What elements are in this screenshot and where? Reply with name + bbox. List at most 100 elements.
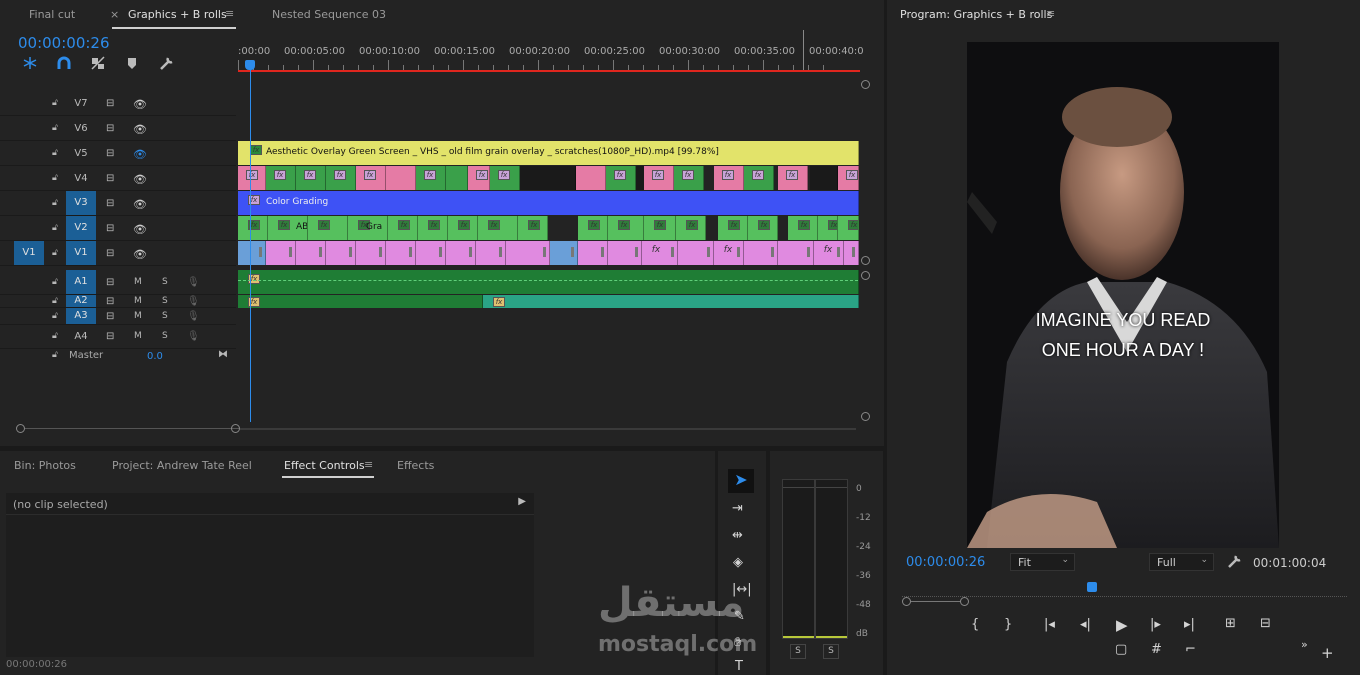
clip-v1-17[interactable]: [778, 241, 814, 265]
type-tool-icon[interactable]: T: [735, 659, 743, 674]
clip-v2-6[interactable]: fx: [448, 216, 478, 240]
vertical-scroll-top[interactable]: [861, 80, 870, 89]
lock-icon[interactable]: 🔓︎: [52, 148, 58, 158]
solo-left-button[interactable]: S: [790, 644, 806, 659]
playhead-line[interactable]: [250, 70, 251, 422]
lock-icon[interactable]: 🔓︎: [52, 331, 58, 341]
clip-v2-1[interactable]: fx ABO: [268, 216, 308, 240]
clip-v4-20[interactable]: fx: [838, 166, 859, 190]
track-target-v3[interactable]: V3: [66, 191, 96, 215]
clip-v2-15[interactable]: fx: [788, 216, 818, 240]
step-back-icon[interactable]: ◂|: [1080, 617, 1091, 632]
clip-v2-11[interactable]: fx: [644, 216, 676, 240]
clip-v2-17[interactable]: fx: [838, 216, 859, 240]
clip-v1-19[interactable]: [844, 241, 859, 265]
mark-in-icon[interactable]: {: [971, 617, 979, 632]
program-menu-icon[interactable]: ≡: [1046, 7, 1055, 20]
expand-arrow-icon[interactable]: ▶: [518, 496, 526, 507]
solo-button[interactable]: S: [162, 277, 168, 287]
sync-lock-icon[interactable]: ⊟: [106, 331, 114, 342]
track-area[interactable]: Aesthetic Overlay Green Screen _ VHS _ o…: [238, 90, 859, 420]
lock-icon[interactable]: 🔓︎: [52, 123, 58, 133]
clip-v4-1[interactable]: fx: [266, 166, 296, 190]
more-controls-icon[interactable]: »: [1301, 638, 1308, 651]
microphone-icon[interactable]: 🎙︎: [187, 311, 200, 322]
clip-v1-8[interactable]: [476, 241, 506, 265]
clip-v4-16[interactable]: fx: [714, 166, 744, 190]
play-icon[interactable]: ▶: [1116, 616, 1128, 634]
clip-v2-0[interactable]: fx: [238, 216, 268, 240]
clip-a1-audio[interactable]: fx: [238, 270, 859, 294]
lock-icon[interactable]: 🔓︎: [52, 173, 58, 183]
track-target-a4[interactable]: A4: [66, 331, 96, 347]
snap-icon[interactable]: [22, 56, 38, 70]
track-target-v4[interactable]: V4: [66, 173, 96, 189]
clip-v1-6[interactable]: [416, 241, 446, 265]
go-to-end-icon[interactable]: ⧓: [218, 349, 228, 360]
lift-icon[interactable]: ⊞: [1225, 616, 1236, 631]
ripple-edit-tool-icon[interactable]: ⇹: [732, 528, 743, 543]
sequence-timecode[interactable]: 00:00:00:26: [18, 34, 110, 52]
sync-lock-icon[interactable]: ⊟: [106, 123, 114, 134]
clip-v2-2[interactable]: fx: [308, 216, 348, 240]
lock-icon[interactable]: 🔓︎: [52, 248, 58, 258]
lock-icon[interactable]: 🔓︎: [52, 311, 58, 321]
clip-v2-5[interactable]: fx: [418, 216, 448, 240]
track-target-v5[interactable]: V5: [66, 148, 96, 164]
solo-button[interactable]: S: [162, 311, 168, 321]
program-zoom-bar[interactable]: [902, 597, 1347, 607]
sync-lock-icon[interactable]: ⊟: [106, 198, 114, 209]
settings-wrench-icon[interactable]: [1227, 554, 1242, 569]
clip-v4-5[interactable]: [386, 166, 416, 190]
tab-effect-controls[interactable]: Effect Controls: [284, 459, 365, 472]
clip-v1-12[interactable]: [608, 241, 642, 265]
clip-v1-10[interactable]: [550, 241, 578, 265]
clip-v1-11[interactable]: [578, 241, 608, 265]
clip-v1-1[interactable]: [266, 241, 296, 265]
solo-button[interactable]: S: [162, 331, 168, 341]
mute-button[interactable]: M: [134, 296, 142, 306]
clip-v4-10[interactable]: [520, 166, 576, 190]
vertical-scroll-mid[interactable]: [861, 256, 870, 265]
grid-icon[interactable]: #: [1151, 642, 1162, 657]
fit-dropdown[interactable]: Fit ⌄: [1010, 553, 1075, 571]
playhead-handle[interactable]: [245, 60, 255, 70]
clip-v4-17[interactable]: fx: [744, 166, 774, 190]
clip-v3-color-grading[interactable]: Color Grading fx: [238, 191, 859, 215]
clip-v1-5[interactable]: [386, 241, 416, 265]
clip-v2-16[interactable]: fx: [818, 216, 838, 240]
mute-button[interactable]: M: [134, 331, 142, 341]
clip-v4-15[interactable]: fx: [674, 166, 704, 190]
clip-v4-3[interactable]: fx: [326, 166, 356, 190]
full-dropdown[interactable]: Full ⌄: [1149, 553, 1214, 571]
clip-a2-audio[interactable]: fx: [238, 295, 483, 308]
wrench-icon[interactable]: [159, 56, 174, 71]
clip-v1-2[interactable]: [296, 241, 326, 265]
sync-lock-icon[interactable]: ⊟: [106, 98, 114, 109]
tab-final-cut[interactable]: Final cut: [29, 8, 75, 21]
sync-lock-icon[interactable]: ⊟: [106, 248, 114, 259]
track-select-tool-icon[interactable]: ⇥: [732, 501, 743, 516]
close-icon[interactable]: ×: [110, 8, 119, 21]
go-to-in-icon[interactable]: |◂: [1044, 617, 1055, 632]
timeline-hscroll-track[interactable]: [240, 428, 856, 430]
clip-v1-4[interactable]: [356, 241, 386, 265]
clip-v4-4[interactable]: fx: [356, 166, 386, 190]
lock-icon[interactable]: 🔓︎: [52, 277, 58, 287]
mark-out-icon[interactable]: }: [1004, 617, 1012, 632]
clip-v2-8[interactable]: fx: [518, 216, 548, 240]
track-target-v6[interactable]: V6: [66, 123, 96, 139]
clip-v1-3[interactable]: [326, 241, 356, 265]
tab-effects[interactable]: Effects: [397, 459, 434, 472]
export-frame-icon[interactable]: ⌐: [1185, 642, 1196, 657]
clip-v2-12[interactable]: fx: [676, 216, 706, 240]
clip-v2-9[interactable]: fx: [578, 216, 608, 240]
lock-icon[interactable]: 🔓︎: [52, 350, 58, 360]
microphone-icon[interactable]: 🎙︎: [187, 277, 200, 288]
step-forward-icon[interactable]: |▸: [1150, 617, 1161, 632]
lock-icon[interactable]: 🔓︎: [52, 198, 58, 208]
clip-v4-11[interactable]: [576, 166, 606, 190]
vertical-scroll-bottom[interactable]: [861, 412, 870, 421]
clip-v4-14[interactable]: fx: [644, 166, 674, 190]
clip-v2-10[interactable]: fx: [608, 216, 644, 240]
